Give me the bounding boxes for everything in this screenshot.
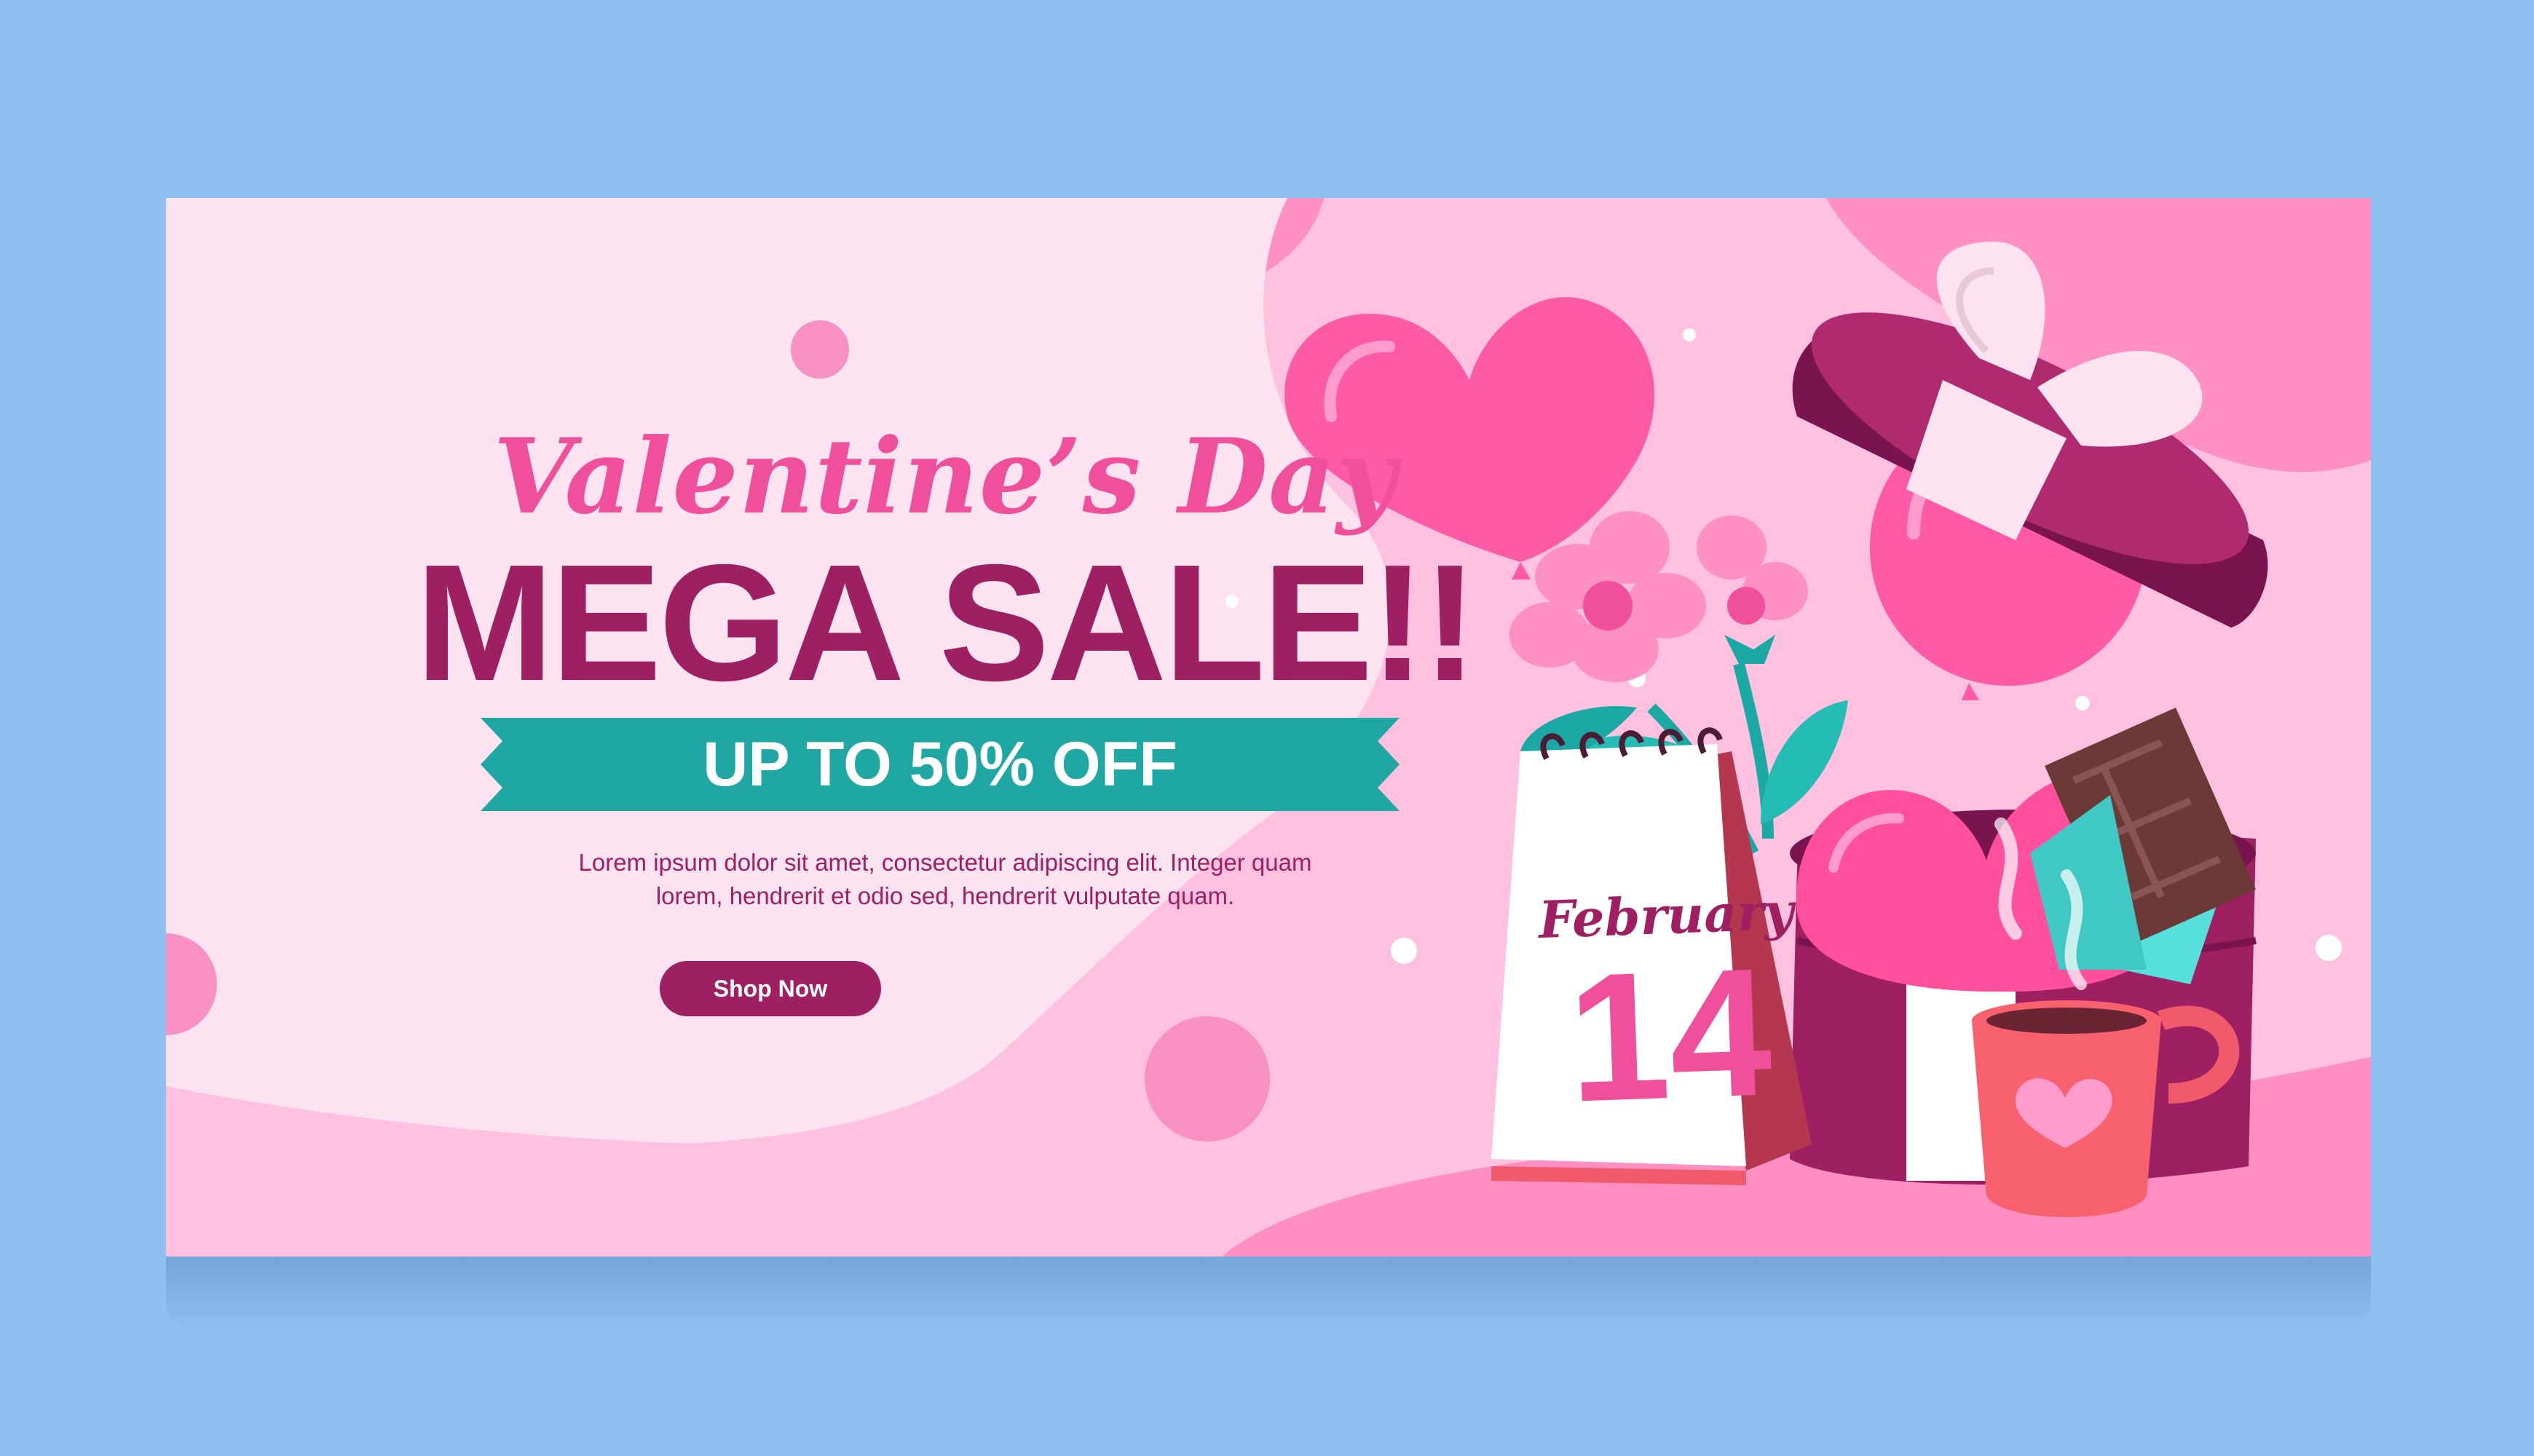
- discount-ribbon-label: UP TO 50% OFF: [703, 729, 1177, 799]
- description-text: Lorem ipsum dolor sit amet, consectetur …: [348, 846, 1542, 913]
- description-line-2: lorem, hendrerit et odio sed, hendrerit …: [655, 882, 1235, 909]
- valentines-day-title: Valentine’s Day: [493, 416, 1397, 537]
- mega-sale-title: MEGA SALE!!: [415, 531, 1478, 716]
- calendar-day: 14: [1565, 930, 1775, 1140]
- shop-now-button[interactable]: Shop Now: [660, 961, 881, 1016]
- description-line-1: Lorem ipsum dolor sit amet, consectetur …: [578, 849, 1312, 876]
- valentines-sale-banner: Valentine’s Day MEGA SALE!! UP TO 50% OF…: [166, 198, 2371, 1257]
- banner-shadow: [166, 1257, 2371, 1332]
